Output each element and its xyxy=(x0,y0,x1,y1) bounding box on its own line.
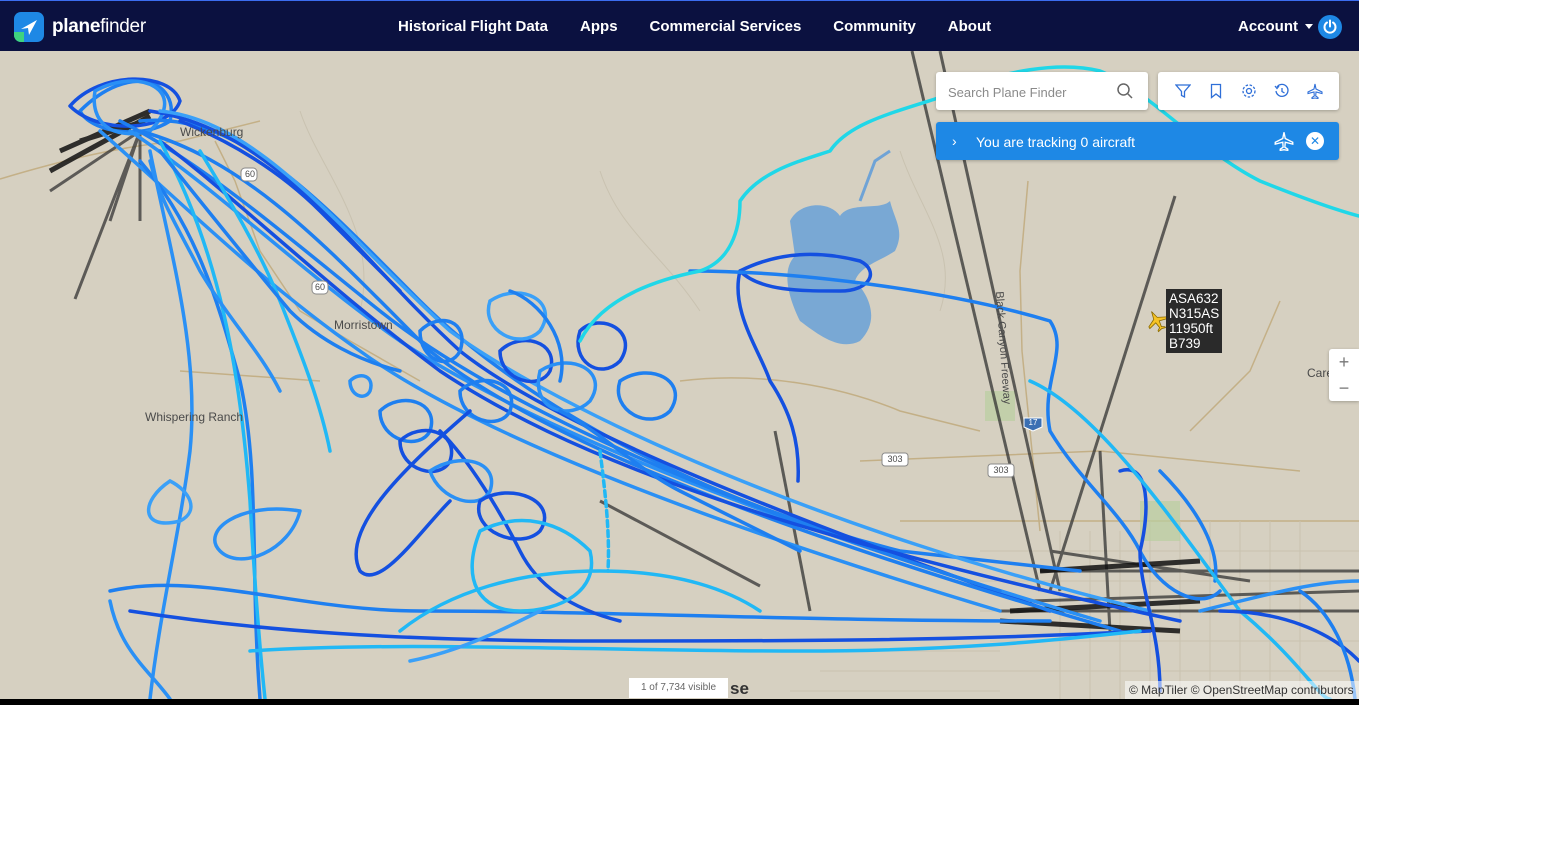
gear-icon[interactable] xyxy=(1239,81,1259,101)
plane-icon xyxy=(1274,131,1294,156)
aircraft-registration: N315AS xyxy=(1169,306,1220,321)
route-shield-60: 60 xyxy=(314,282,325,292)
flight-map[interactable]: Wickenburg Morristown Whispering Ranch C… xyxy=(0,51,1359,699)
nav-community[interactable]: Community xyxy=(833,18,916,35)
account-menu[interactable]: Account xyxy=(1238,18,1313,35)
bookmark-icon[interactable] xyxy=(1206,81,1226,101)
aircraft-callsign: ASA632 xyxy=(1169,291,1219,306)
aircraft-label[interactable]: ASA632 N315AS 11950ft B739 xyxy=(1166,289,1223,353)
tracking-status: You are tracking 0 aircraft xyxy=(976,134,1136,150)
visible-count: 1 of 7,734 visible xyxy=(629,678,728,698)
planefinder-app: planefinder Historical Flight Data Apps … xyxy=(0,0,1359,705)
nav-commercial-services[interactable]: Commercial Services xyxy=(650,18,802,35)
aircraft-type: B739 xyxy=(1169,336,1201,351)
route-shield-60: 60 xyxy=(244,169,255,179)
place-label-partial: se xyxy=(730,679,749,698)
route-shield-303: 303 xyxy=(887,454,903,464)
close-icon[interactable]: ✕ xyxy=(1306,132,1324,150)
place-label-whispering-ranch: Whispering Ranch xyxy=(145,410,244,424)
place-label-morristown: Morristown xyxy=(334,318,393,332)
aircraft-altitude: 11950ft xyxy=(1169,321,1214,336)
route-shield-303: 303 xyxy=(993,465,1009,475)
map-tools xyxy=(1158,72,1339,110)
filter-icon[interactable] xyxy=(1173,81,1193,101)
nav-apps[interactable]: Apps xyxy=(580,18,618,35)
main-nav: Historical Flight Data Apps Commercial S… xyxy=(398,1,1023,52)
search-icon[interactable] xyxy=(1116,82,1134,105)
search-box xyxy=(936,72,1148,110)
nav-historical-flight-data[interactable]: Historical Flight Data xyxy=(398,18,548,35)
nav-about[interactable]: About xyxy=(948,18,991,35)
zoom-out-button[interactable]: − xyxy=(1329,375,1359,401)
map-attribution[interactable]: © MapTiler © OpenStreetMap contributors xyxy=(1125,681,1359,699)
chevron-right-icon[interactable]: › xyxy=(952,133,957,149)
zoom-in-button[interactable]: + xyxy=(1329,349,1359,375)
route-shield-17: 17 xyxy=(1028,418,1038,427)
zoom-controls: + − xyxy=(1329,349,1359,401)
search-input[interactable] xyxy=(946,81,1110,103)
logo-text: planefinder xyxy=(52,16,146,37)
planefinder-logo[interactable]: planefinder xyxy=(14,12,146,42)
plane-logo-icon xyxy=(14,12,44,42)
history-icon[interactable] xyxy=(1272,81,1292,101)
tracking-panel[interactable]: › You are tracking 0 aircraft ✕ xyxy=(936,122,1339,160)
place-label-wickenburg: Wickenburg xyxy=(180,125,244,139)
caret-down-icon xyxy=(1305,24,1313,29)
top-navigation-bar: planefinder Historical Flight Data Apps … xyxy=(0,0,1359,51)
add-aircraft-icon[interactable] xyxy=(1305,81,1325,101)
account-label: Account xyxy=(1238,18,1298,35)
power-icon[interactable] xyxy=(1318,15,1342,39)
